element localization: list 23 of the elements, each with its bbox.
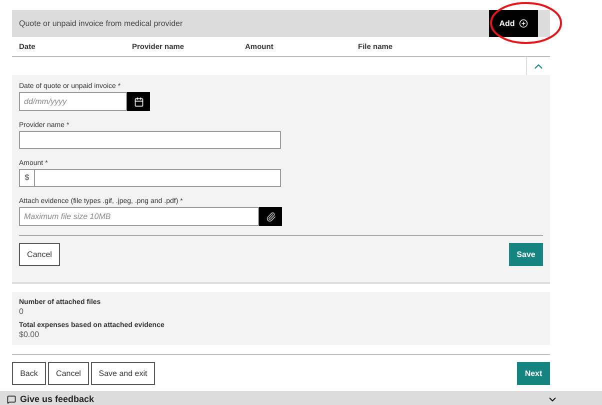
plus-icon xyxy=(518,19,528,28)
calendar-button[interactable] xyxy=(127,92,150,111)
calendar-icon xyxy=(134,96,144,106)
feedback-bar[interactable]: Give us feedback xyxy=(0,391,602,405)
attach-button[interactable] xyxy=(259,207,282,226)
amount-field[interactable]: $ xyxy=(19,169,281,187)
section-title: Quote or unpaid invoice from medical provider xyxy=(19,18,183,30)
next-button[interactable]: Next xyxy=(517,362,550,385)
currency-prefix: $ xyxy=(20,170,35,186)
cancel-button[interactable]: Cancel xyxy=(48,362,89,385)
add-button[interactable]: Add xyxy=(489,10,538,37)
provider-field[interactable] xyxy=(19,131,281,149)
save-and-exit-button[interactable]: Save and exit xyxy=(91,362,155,385)
summary-value: $0.00 xyxy=(19,330,40,339)
feedback-icon xyxy=(7,394,16,404)
cancel-button[interactable]: Cancel xyxy=(19,243,60,266)
summary-value: 0 xyxy=(19,307,24,316)
feedback-label: Give us feedback xyxy=(20,394,94,404)
back-button[interactable]: Back xyxy=(12,362,46,385)
date-field[interactable]: dd/mm/yyyy xyxy=(19,92,127,111)
file-field[interactable]: Maximum file size 10MB xyxy=(19,207,259,226)
paperclip-icon xyxy=(266,212,276,222)
save-button[interactable]: Save xyxy=(509,243,543,266)
